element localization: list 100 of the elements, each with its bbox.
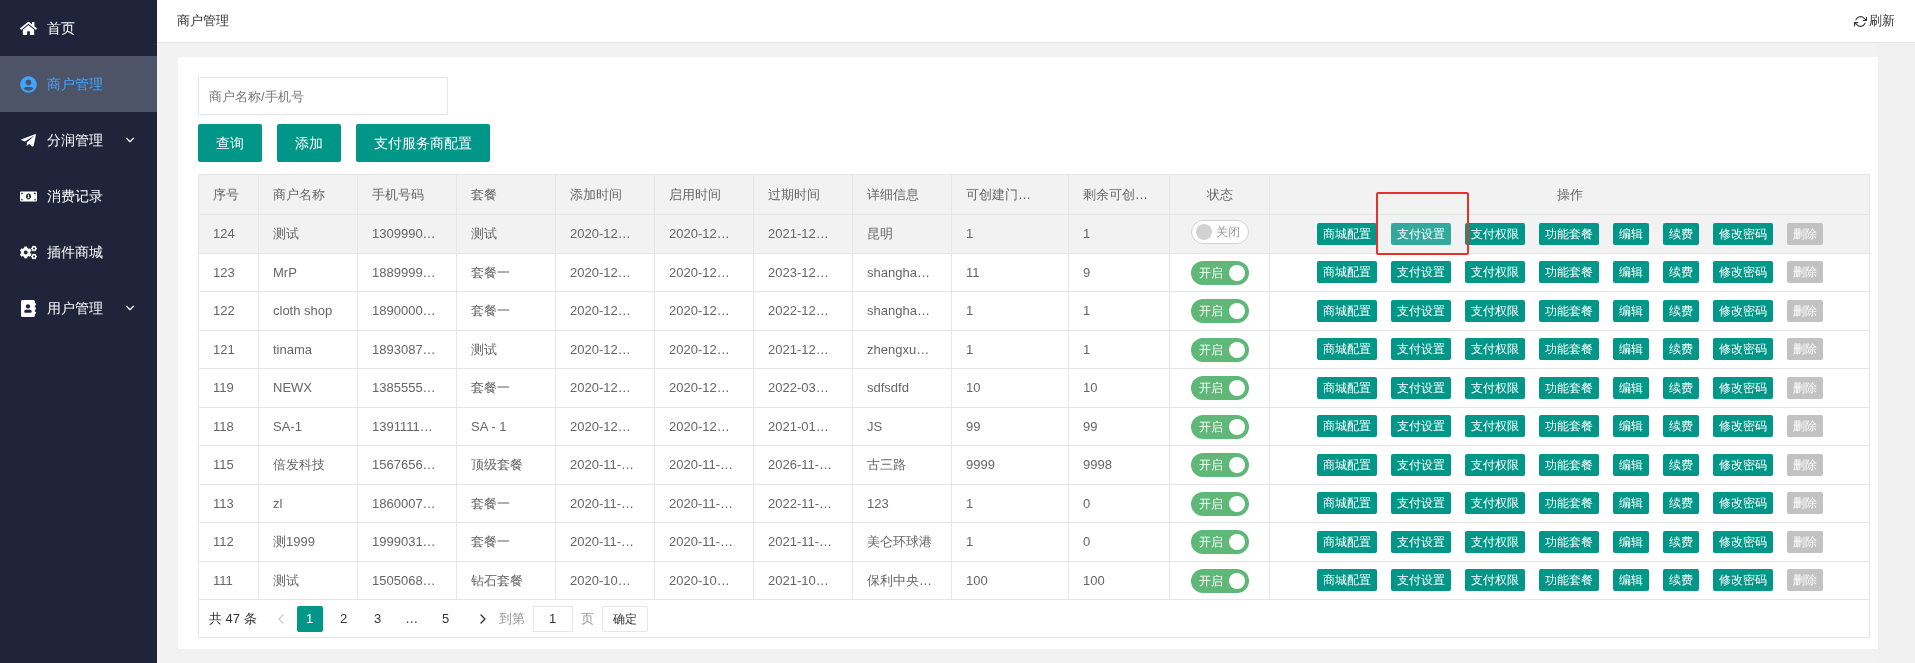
action-button[interactable]: 支付设置 — [1390, 222, 1451, 245]
action-button[interactable]: 支付权限 — [1464, 376, 1525, 399]
action-button[interactable]: 支付权限 — [1464, 261, 1525, 284]
action-button[interactable]: 续费 — [1662, 415, 1699, 438]
page-button[interactable]: 2 — [330, 605, 357, 632]
action-button[interactable]: 支付权限 — [1464, 530, 1525, 553]
page-button[interactable]: 3 — [364, 605, 391, 632]
action-button[interactable]: 续费 — [1662, 530, 1699, 553]
status-toggle[interactable]: 开启 — [1190, 453, 1249, 478]
action-button[interactable]: 修改密码 — [1712, 338, 1773, 361]
confirm-button[interactable]: 确定 — [601, 605, 648, 632]
action-button[interactable]: 修改密码 — [1712, 453, 1773, 476]
action-button[interactable]: 编辑 — [1612, 569, 1649, 592]
sidebar-item[interactable]: 消费记录 — [0, 168, 157, 224]
status-toggle[interactable]: 开启 — [1190, 491, 1249, 516]
action-button[interactable]: 功能套餐 — [1538, 569, 1599, 592]
action-button[interactable]: 商城配置 — [1316, 530, 1377, 553]
action-button[interactable]: 续费 — [1662, 376, 1699, 399]
action-button[interactable]: 支付权限 — [1464, 492, 1525, 515]
action-button[interactable]: 功能套餐 — [1538, 261, 1599, 284]
action-button[interactable]: 商城配置 — [1316, 261, 1377, 284]
action-button[interactable]: 商城配置 — [1316, 453, 1377, 476]
action-button[interactable]: 功能套餐 — [1538, 453, 1599, 476]
sidebar-item[interactable]: 分润管理 — [0, 112, 157, 168]
action-button[interactable]: 续费 — [1662, 261, 1699, 284]
status-toggle[interactable]: 开启 — [1190, 376, 1249, 401]
action-button[interactable]: 支付设置 — [1390, 415, 1451, 438]
action-button[interactable]: 功能套餐 — [1538, 299, 1599, 322]
action-button[interactable]: 编辑 — [1612, 376, 1649, 399]
page-button[interactable]: 5 — [432, 605, 459, 632]
action-button[interactable]: 编辑 — [1612, 415, 1649, 438]
action-button[interactable]: 续费 — [1662, 453, 1699, 476]
action-button[interactable]: 商城配置 — [1316, 222, 1377, 245]
action-button[interactable]: 续费 — [1662, 299, 1699, 322]
action-button[interactable]: 编辑 — [1612, 338, 1649, 361]
action-button[interactable]: 商城配置 — [1316, 569, 1377, 592]
action-button[interactable]: 续费 — [1662, 338, 1699, 361]
action-button[interactable]: 修改密码 — [1712, 299, 1773, 322]
action-button[interactable]: 支付设置 — [1390, 530, 1451, 553]
status-toggle[interactable]: 开启 — [1190, 568, 1249, 593]
status-toggle[interactable]: 关闭 — [1190, 220, 1249, 245]
action-button[interactable]: 编辑 — [1612, 299, 1649, 322]
action-button[interactable]: 支付权限 — [1464, 299, 1525, 322]
action-button[interactable]: 支付设置 — [1390, 569, 1451, 592]
page-button[interactable]: … — [398, 605, 425, 632]
action-button[interactable]: 商城配置 — [1316, 338, 1377, 361]
toolbar-button[interactable]: 查询 — [198, 124, 262, 162]
action-button[interactable]: 续费 — [1662, 492, 1699, 515]
action-button[interactable]: 修改密码 — [1712, 569, 1773, 592]
action-button[interactable]: 编辑 — [1612, 453, 1649, 476]
action-button[interactable]: 功能套餐 — [1538, 376, 1599, 399]
page-input[interactable]: 1 — [532, 605, 573, 632]
page-button[interactable]: 1 — [296, 605, 323, 632]
action-button[interactable]: 商城配置 — [1316, 299, 1377, 322]
action-button[interactable]: 支付权限 — [1464, 222, 1525, 245]
action-button[interactable]: 功能套餐 — [1538, 530, 1599, 553]
sidebar-item[interactable]: 商户管理 — [0, 56, 157, 112]
status-toggle[interactable]: 开启 — [1190, 414, 1249, 439]
action-button[interactable]: 修改密码 — [1712, 261, 1773, 284]
action-button[interactable]: 支付设置 — [1390, 453, 1451, 476]
action-button[interactable]: 续费 — [1662, 569, 1699, 592]
action-button[interactable]: 功能套餐 — [1538, 415, 1599, 438]
action-button[interactable]: 支付权限 — [1464, 338, 1525, 361]
action-button[interactable]: 续费 — [1662, 222, 1699, 245]
action-button[interactable]: 支付权限 — [1464, 453, 1525, 476]
action-button[interactable]: 修改密码 — [1712, 492, 1773, 515]
action-button[interactable]: 支付设置 — [1390, 299, 1451, 322]
refresh-button[interactable]: 刷新 — [1854, 11, 1895, 31]
sidebar-label: 首页 — [47, 18, 75, 38]
search-field[interactable]: 商户名称/手机号 — [198, 77, 448, 115]
sidebar-item[interactable]: 用户管理 — [0, 280, 157, 336]
action-button[interactable]: 支付设置 — [1390, 261, 1451, 284]
status-toggle[interactable]: 开启 — [1190, 530, 1249, 555]
action-button[interactable]: 修改密码 — [1712, 530, 1773, 553]
sidebar-item[interactable]: 插件商城 — [0, 224, 157, 280]
status-toggle[interactable]: 开启 — [1190, 299, 1249, 324]
action-button[interactable]: 商城配置 — [1316, 376, 1377, 399]
status-toggle[interactable]: 开启 — [1190, 337, 1249, 362]
action-button[interactable]: 支付设置 — [1390, 492, 1451, 515]
action-button[interactable]: 功能套餐 — [1538, 338, 1599, 361]
toolbar-button[interactable]: 添加 — [277, 124, 341, 162]
status-toggle[interactable]: 开启 — [1190, 260, 1249, 285]
action-button[interactable]: 商城配置 — [1316, 492, 1377, 515]
action-button[interactable]: 编辑 — [1612, 530, 1649, 553]
action-button[interactable]: 功能套餐 — [1538, 222, 1599, 245]
action-button[interactable]: 编辑 — [1612, 222, 1649, 245]
action-button[interactable]: 商城配置 — [1316, 415, 1377, 438]
action-button[interactable]: 支付设置 — [1390, 338, 1451, 361]
action-button[interactable]: 支付权限 — [1464, 569, 1525, 592]
action-button[interactable]: 编辑 — [1612, 261, 1649, 284]
action-button[interactable]: 支付设置 — [1390, 376, 1451, 399]
action-button[interactable]: 修改密码 — [1712, 222, 1773, 245]
toolbar-button[interactable]: 支付服务商配置 — [356, 124, 490, 162]
action-button[interactable]: 编辑 — [1612, 492, 1649, 515]
sidebar-item[interactable]: 首页 — [0, 0, 157, 56]
action-button[interactable]: 修改密码 — [1712, 376, 1773, 399]
action-button[interactable]: 功能套餐 — [1538, 492, 1599, 515]
column-header: 启用时间 — [654, 174, 754, 215]
action-button[interactable]: 支付权限 — [1464, 415, 1525, 438]
action-button[interactable]: 修改密码 — [1712, 415, 1773, 438]
